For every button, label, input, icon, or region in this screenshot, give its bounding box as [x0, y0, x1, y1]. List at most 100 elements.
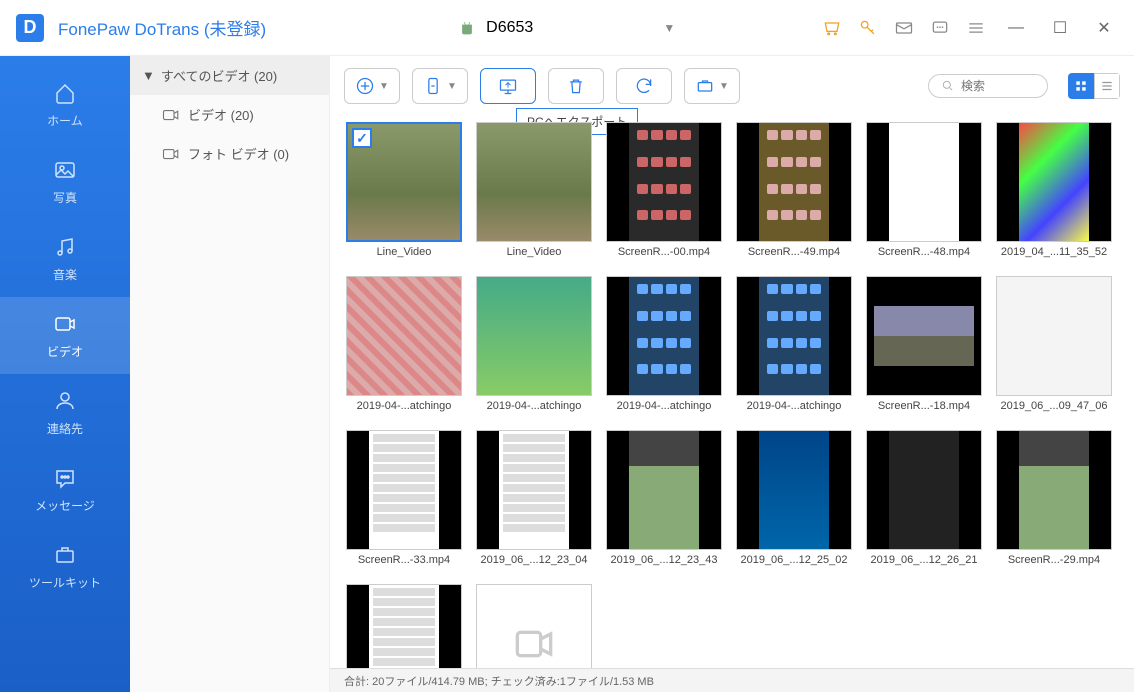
thumb-label: 2019-04-...atchingo	[736, 400, 852, 412]
grid-view-button[interactable]	[1068, 73, 1094, 99]
app-title: FonePaw DoTrans (未登録)	[58, 15, 266, 40]
thumb-image	[736, 276, 852, 396]
delete-button[interactable]	[548, 68, 604, 104]
refresh-button[interactable]	[616, 68, 672, 104]
android-icon	[458, 19, 476, 37]
feedback-icon[interactable]	[930, 18, 950, 38]
sidebar-item-label: ツールキット	[29, 574, 101, 591]
video-thumbnail[interactable]: ScreenR...-33.mp4	[344, 430, 464, 566]
video-thumbnail[interactable]: 2019-04-...atchingo	[604, 276, 724, 412]
video-thumbnail[interactable]: 2019_06_...12_25_02	[734, 430, 854, 566]
sidebar-item-label: 連絡先	[47, 420, 83, 437]
thumb-label: ScreenR...-48.mp4	[866, 246, 982, 258]
mail-icon[interactable]	[894, 18, 914, 38]
sidebar-item-label: メッセージ	[35, 497, 95, 514]
video-thumbnail[interactable]: 2019_06_...12_23_43	[604, 430, 724, 566]
menu-icon[interactable]	[966, 18, 986, 38]
thumb-image	[996, 122, 1112, 242]
thumb-image	[866, 430, 982, 550]
sidebar-item-video[interactable]: ビデオ	[0, 297, 130, 374]
thumb-image	[476, 584, 592, 668]
folder-item[interactable]: ビデオ (20)	[130, 95, 329, 134]
photo-icon	[52, 157, 78, 183]
chevron-down-icon: ▼	[379, 81, 389, 92]
sidebar-item-message[interactable]: メッセージ	[0, 451, 130, 528]
video-thumbnail[interactable]: 2019_06_...12_23_04	[474, 430, 594, 566]
thumb-image	[476, 276, 592, 396]
video-thumbnail[interactable]: 2019-04-...atchingo	[344, 276, 464, 412]
sidebar-item-label: ビデオ	[47, 343, 83, 360]
device-selector[interactable]: D6653 ▼	[446, 13, 687, 43]
video-thumbnail[interactable]: ScreenR...-18.mp4	[864, 276, 984, 412]
thumb-label: ScreenR...-33.mp4	[346, 554, 462, 566]
thumb-label: 2019_06_...12_25_02	[736, 554, 852, 566]
search-icon	[941, 79, 955, 93]
folder-item[interactable]: フォト ビデオ (0)	[130, 134, 329, 173]
video-icon	[162, 108, 180, 122]
titlebar: D FonePaw DoTrans (未登録) D6653 ▼ — ☐ ✕	[0, 0, 1134, 56]
folder-label: ビデオ (20)	[188, 105, 254, 124]
thumb-image	[996, 430, 1112, 550]
sidebar-item-toolkit[interactable]: ツールキット	[0, 528, 130, 605]
video-thumbnail[interactable]: ✓ Line_Video	[344, 122, 464, 258]
video-thumbnail[interactable]: 2019_06_...09_47_06	[994, 276, 1114, 412]
thumb-label: ScreenR...-29.mp4	[996, 554, 1112, 566]
sidebar-item-music[interactable]: 音楽	[0, 220, 130, 297]
thumb-image	[476, 430, 592, 550]
cart-icon[interactable]	[822, 18, 842, 38]
thumb-label: Line_Video	[476, 246, 592, 258]
thumb-image: ✓	[346, 122, 462, 242]
video-thumbnail[interactable]: 2019_06_...12_26_21	[864, 430, 984, 566]
thumb-image	[606, 276, 722, 396]
video-thumbnail[interactable]: ScreenR...-48.mp4	[864, 122, 984, 258]
home-icon	[52, 80, 78, 106]
search-box[interactable]	[928, 74, 1048, 98]
video-thumbnail[interactable]: Line_Video	[474, 122, 594, 258]
thumb-image	[996, 276, 1112, 396]
list-view-button[interactable]	[1094, 73, 1120, 99]
device-name: D6653	[486, 19, 533, 37]
export-device-button[interactable]: ▼	[412, 68, 468, 104]
app-logo: D	[16, 14, 44, 42]
check-icon: ✓	[352, 128, 372, 148]
close-button[interactable]: ✕	[1090, 14, 1118, 42]
sidebar-item-contact[interactable]: 連絡先	[0, 374, 130, 451]
maximize-button[interactable]: ☐	[1046, 14, 1074, 42]
video-thumbnail[interactable]: 2019-04-...atchingo	[474, 276, 594, 412]
video-thumbnail[interactable]	[344, 584, 464, 668]
video-thumbnail[interactable]	[474, 584, 594, 668]
thumb-label: ScreenR...-49.mp4	[736, 246, 852, 258]
folder-root[interactable]: ▼ すべてのビデオ (20)	[130, 56, 329, 95]
toolbar: ▼ ▼ ▼ PCへエクスポート	[330, 56, 1134, 116]
thumb-label: ScreenR...-00.mp4	[606, 246, 722, 258]
thumb-image	[606, 430, 722, 550]
video-thumbnail[interactable]: ScreenR...-49.mp4	[734, 122, 854, 258]
video-thumbnail[interactable]: ScreenR...-29.mp4	[994, 430, 1114, 566]
export-pc-button[interactable]	[480, 68, 536, 104]
toolbox-button[interactable]: ▼	[684, 68, 740, 104]
video-thumbnail[interactable]: 2019-04-...atchingo	[734, 276, 854, 412]
sidebar-item-label: ホーム	[47, 112, 83, 129]
sidebar-item-label: 音楽	[53, 266, 77, 283]
add-button[interactable]: ▼	[344, 68, 400, 104]
sidebar-item-home[interactable]: ホーム	[0, 66, 130, 143]
search-input[interactable]	[961, 79, 1031, 93]
thumb-label: Line_Video	[346, 246, 462, 258]
thumb-label: ScreenR...-18.mp4	[866, 400, 982, 412]
view-toggle	[1068, 73, 1120, 99]
video-thumbnail[interactable]: ScreenR...-00.mp4	[604, 122, 724, 258]
chevron-down-icon: ▼	[663, 21, 675, 35]
folder-label: フォト ビデオ (0)	[188, 144, 289, 163]
message-icon	[52, 465, 78, 491]
thumb-image	[346, 276, 462, 396]
thumb-image	[736, 430, 852, 550]
thumb-label: 2019_06_...12_23_04	[476, 554, 592, 566]
sidebar-item-photo[interactable]: 写真	[0, 143, 130, 220]
main-area: ▼ ▼ ▼ PCへエクスポート ✓ Line_Video Line_Video Scr…	[330, 56, 1134, 692]
thumb-label: 2019-04-...atchingo	[476, 400, 592, 412]
thumb-image	[866, 276, 982, 396]
minimize-button[interactable]: —	[1002, 14, 1030, 42]
key-icon[interactable]	[858, 18, 878, 38]
thumb-image	[866, 122, 982, 242]
video-thumbnail[interactable]: 2019_04_...11_35_52	[994, 122, 1114, 258]
